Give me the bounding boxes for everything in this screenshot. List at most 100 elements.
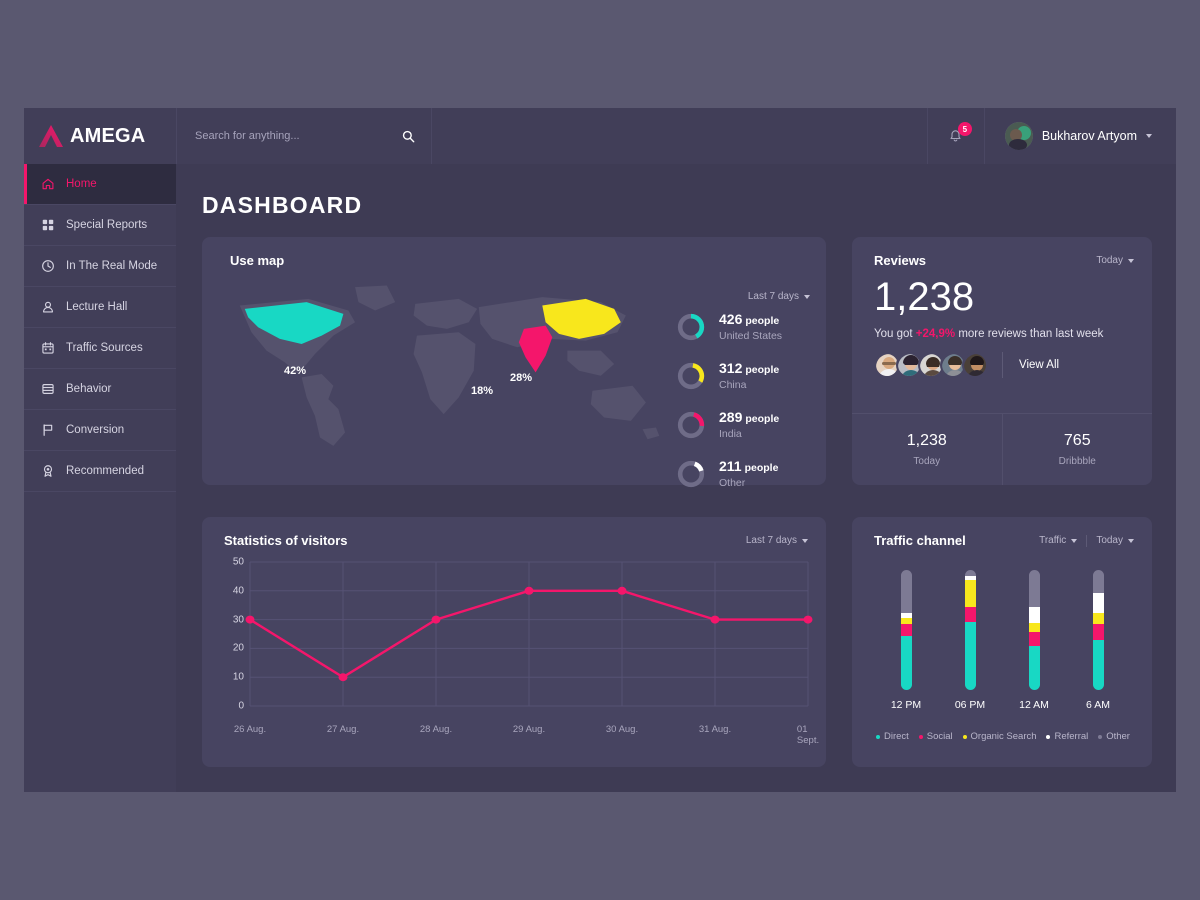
legend-item-organic-search[interactable]: Organic Search bbox=[962, 731, 1037, 742]
list-item[interactable]: 289 people India bbox=[676, 400, 810, 449]
legend-label: Direct bbox=[884, 731, 909, 742]
stacked-bar-chart bbox=[852, 548, 1152, 690]
legend-dot bbox=[1098, 734, 1103, 739]
brand-logo[interactable]: AMEGA bbox=[24, 108, 176, 164]
bar-label: 06 PM bbox=[954, 699, 986, 711]
stat-label: Dribbble bbox=[1058, 456, 1096, 467]
y-tick: 20 bbox=[232, 642, 244, 654]
bar-column[interactable] bbox=[1076, 570, 1120, 690]
list-item[interactable]: 312 people China bbox=[676, 351, 810, 400]
x-axis: 26 Aug. 27 Aug. 28 Aug. 29 Aug. 30 Aug. 31 Au… bbox=[234, 724, 819, 746]
bar-segment-referral bbox=[1028, 607, 1040, 623]
sidebar-item-label: Home bbox=[66, 178, 97, 190]
x-tick: 27 Aug. bbox=[326, 724, 360, 735]
stacked-bar bbox=[900, 570, 912, 690]
chevron-down-icon bbox=[1128, 538, 1134, 543]
legend-item-direct[interactable]: Direct bbox=[876, 731, 909, 742]
line-series bbox=[245, 562, 813, 706]
stat-dribbble: 765 Dribbble bbox=[1001, 414, 1153, 485]
user-icon bbox=[41, 300, 55, 314]
amega-chevron-logo-icon bbox=[38, 124, 64, 148]
x-tick: 28 Aug. bbox=[419, 724, 453, 735]
bar-segment-organic-search bbox=[964, 579, 976, 608]
legend-item-other[interactable]: Other bbox=[1098, 731, 1130, 742]
header-spacer bbox=[432, 108, 927, 164]
donut-india bbox=[676, 410, 706, 440]
main-content: DASHBOARD Use map 42% 28% 18% Last 7 day… bbox=[176, 164, 1176, 792]
avatar[interactable] bbox=[962, 352, 988, 378]
bar-segment-other bbox=[1028, 570, 1040, 608]
chevron-down-icon bbox=[802, 538, 808, 543]
visitors-range-dropdown[interactable]: Last 7 days bbox=[746, 535, 808, 546]
sidebar-item-special-reports[interactable]: Special Reports bbox=[24, 205, 176, 246]
sidebar-item-label: Conversion bbox=[66, 424, 125, 436]
page-title: DASHBOARD bbox=[202, 192, 363, 218]
divider bbox=[1086, 534, 1088, 547]
legend-unit: people bbox=[745, 315, 780, 327]
bar-segment-organic-search bbox=[1028, 622, 1040, 633]
legend-label: Organic Search bbox=[970, 731, 1037, 742]
map-label-china: 28% bbox=[510, 372, 533, 384]
bar-segment-social bbox=[1028, 632, 1040, 646]
legend-country: India bbox=[719, 428, 742, 440]
sidebar-item-in-the-real-mode[interactable]: In The Real Mode bbox=[24, 246, 176, 287]
sidebar-item-label: Recommended bbox=[66, 465, 144, 477]
sidebar-item-lecture-hall[interactable]: Lecture Hall bbox=[24, 287, 176, 328]
map-range-dropdown[interactable]: Last 7 days bbox=[748, 291, 810, 302]
y-axis: 50 40 30 20 10 0 bbox=[222, 557, 244, 712]
legend-item-social[interactable]: Social bbox=[918, 731, 953, 742]
stat-label: Today bbox=[913, 456, 941, 467]
visitors-range-label: Last 7 days bbox=[745, 535, 797, 546]
sidebar-item-traffic-sources[interactable]: Traffic Sources bbox=[24, 328, 176, 369]
legend-value: 211 bbox=[719, 458, 742, 474]
card-title: Statistics of visitors bbox=[224, 533, 348, 548]
search-bar[interactable] bbox=[176, 108, 432, 164]
bar-column[interactable] bbox=[1012, 570, 1056, 690]
legend-country: United States bbox=[719, 330, 783, 342]
top-header: AMEGA 5 bbox=[24, 108, 1176, 164]
stacked-bar bbox=[1028, 570, 1040, 690]
legend-country: China bbox=[719, 379, 747, 391]
reviews-subtitle-before: You got bbox=[874, 328, 916, 340]
x-tick: 30 Aug. bbox=[605, 724, 639, 735]
card-title: Use map bbox=[230, 253, 285, 268]
left-column: Use map 42% 28% 18% Last 7 days 426 peop… bbox=[202, 237, 826, 767]
legend-unit: people bbox=[745, 364, 780, 376]
list-item[interactable]: 426 people United States bbox=[676, 302, 810, 351]
notifications-button[interactable]: 5 bbox=[926, 108, 985, 164]
bar-column[interactable] bbox=[948, 570, 992, 690]
sidebar-item-home[interactable]: Home bbox=[24, 164, 176, 205]
legend-value: 426 bbox=[719, 311, 743, 327]
list-item[interactable]: 211 people Other bbox=[676, 449, 810, 498]
legend-label: Other bbox=[1106, 731, 1130, 742]
sidebar-item-recommended[interactable]: Recommended bbox=[24, 451, 176, 492]
sidebar-item-behavior[interactable]: Behavior bbox=[24, 369, 176, 410]
donut-united-states bbox=[676, 312, 706, 342]
world-map[interactable]: Use map 42% 28% 18% bbox=[202, 237, 676, 485]
bar-column[interactable] bbox=[884, 570, 928, 690]
view-all-button[interactable]: View All bbox=[1019, 359, 1059, 371]
legend-value: 312 bbox=[719, 360, 743, 376]
bar-label: 6 AM bbox=[1086, 699, 1110, 711]
sidebar-item-conversion[interactable]: Conversion bbox=[24, 410, 176, 451]
y-tick: 30 bbox=[232, 614, 244, 626]
line-chart: 50 40 30 20 10 0 26 Aug. 27 Aug. 28 Aug. 29… bbox=[202, 548, 826, 758]
calendar-icon bbox=[41, 341, 55, 355]
sidebar-item-label: Traffic Sources bbox=[66, 342, 143, 354]
stat-value: 765 bbox=[1063, 432, 1091, 449]
user-menu[interactable]: Bukharov Artyom bbox=[985, 108, 1176, 164]
search-icon[interactable] bbox=[402, 130, 415, 143]
bar-segment-direct bbox=[1028, 645, 1040, 690]
traffic-range-dropdown[interactable]: Today bbox=[1096, 535, 1134, 546]
legend-item-referral[interactable]: Referral bbox=[1046, 731, 1088, 742]
traffic-metric-label: Traffic bbox=[1039, 535, 1067, 546]
avatar bbox=[1004, 122, 1033, 150]
traffic-channel-card: Traffic channel Traffic Today 12 PM 06 P… bbox=[852, 517, 1152, 767]
bar-segment-other bbox=[1092, 570, 1104, 593]
sidebar-item-label: Special Reports bbox=[66, 219, 148, 231]
search-input[interactable] bbox=[195, 130, 394, 142]
card-title: Reviews bbox=[874, 253, 927, 268]
legend-dot bbox=[962, 734, 967, 739]
reviews-range-dropdown[interactable]: Today bbox=[1096, 255, 1134, 266]
traffic-metric-dropdown[interactable]: Traffic bbox=[1039, 535, 1078, 546]
